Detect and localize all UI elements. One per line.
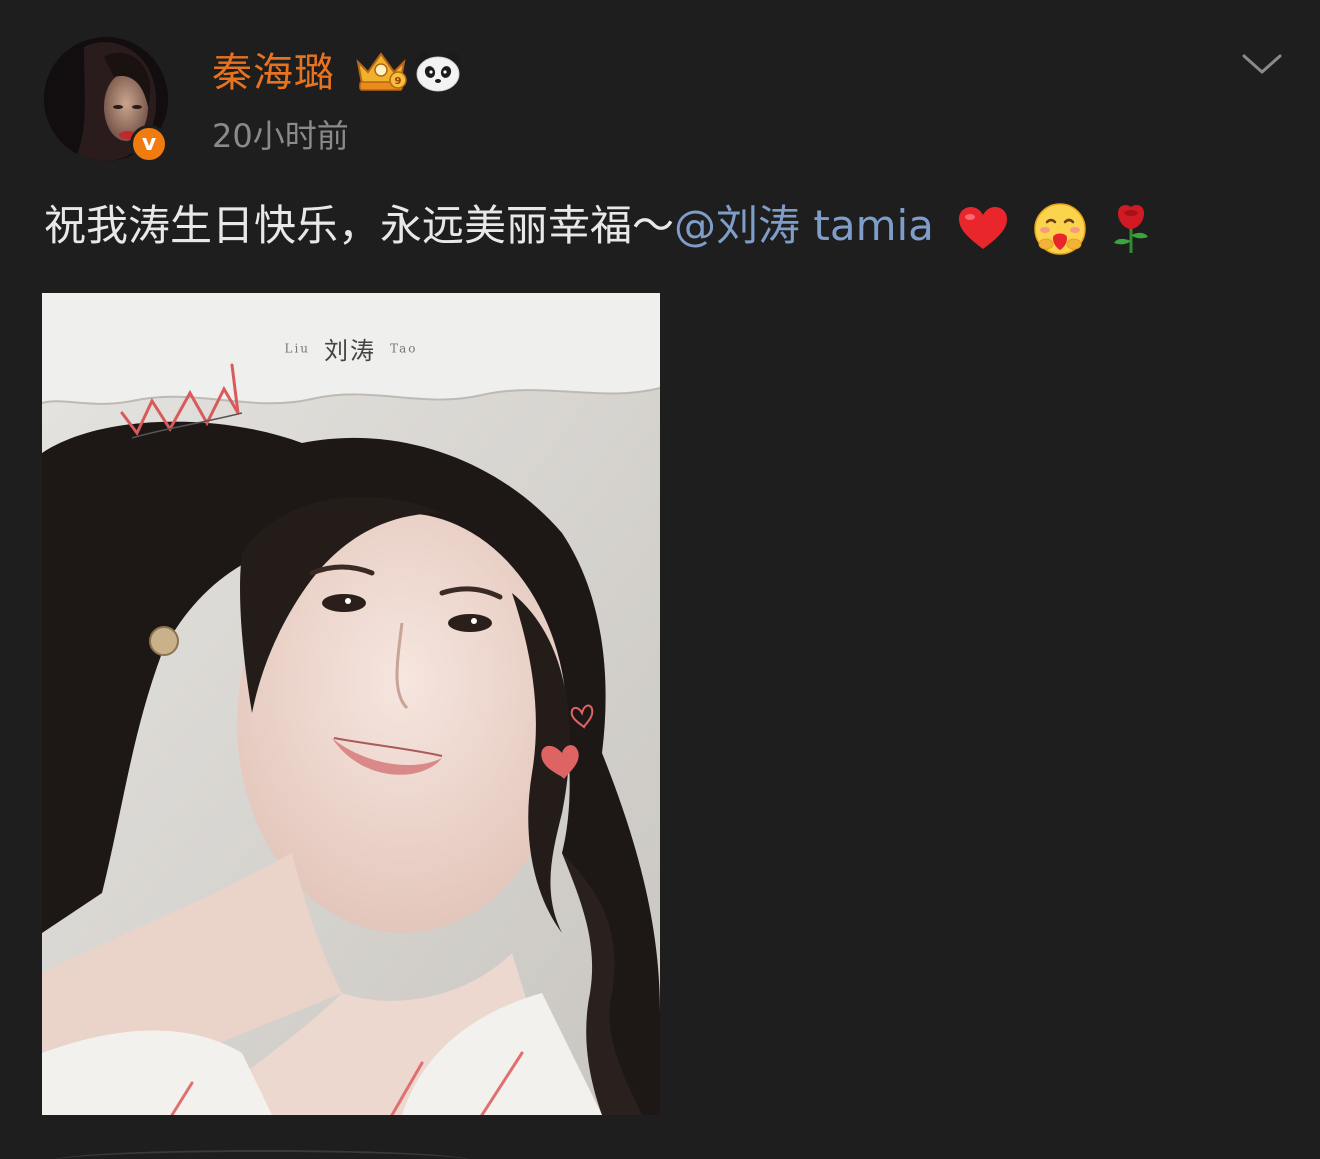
post-timestamp: 20小时前 (212, 117, 349, 155)
photo-caption: Liu 刘涛 Tao (42, 331, 660, 366)
rose-emoji-icon (1113, 204, 1148, 253)
next-card-edge (52, 1150, 472, 1159)
panda-badge-icon[interactable] (414, 50, 462, 92)
caption-name: 刘涛 (324, 337, 377, 365)
crown-vip-badge-icon[interactable]: 9 (352, 48, 410, 94)
post-content: 祝我涛生日快乐，永远美丽幸福～@刘涛 tamia (44, 194, 1284, 258)
caption-liu: Liu (284, 341, 311, 356)
hugging-face-emoji-icon (1033, 202, 1086, 255)
verified-badge-letter: v (141, 131, 157, 156)
mention-link[interactable]: @刘涛 tamia (674, 201, 934, 250)
heart-emoji-icon (959, 206, 1008, 249)
post-body-text: 祝我涛生日快乐，永远美丽幸福～ (44, 201, 675, 250)
portrait-photo-icon (42, 293, 660, 1115)
weibo-post: v 秦海璐 9 20小时前 祝我涛生日快乐，永远美丽幸福～@刘涛 tamia L… (0, 0, 1320, 1159)
author-name[interactable]: 秦海璐 (212, 46, 335, 100)
post-image[interactable]: Liu 刘涛 Tao (42, 293, 660, 1115)
verified-badge-icon: v (130, 125, 168, 163)
svg-text:9: 9 (395, 76, 402, 87)
chevron-down-icon[interactable] (1238, 46, 1286, 82)
caption-tao: Tao (390, 341, 418, 356)
